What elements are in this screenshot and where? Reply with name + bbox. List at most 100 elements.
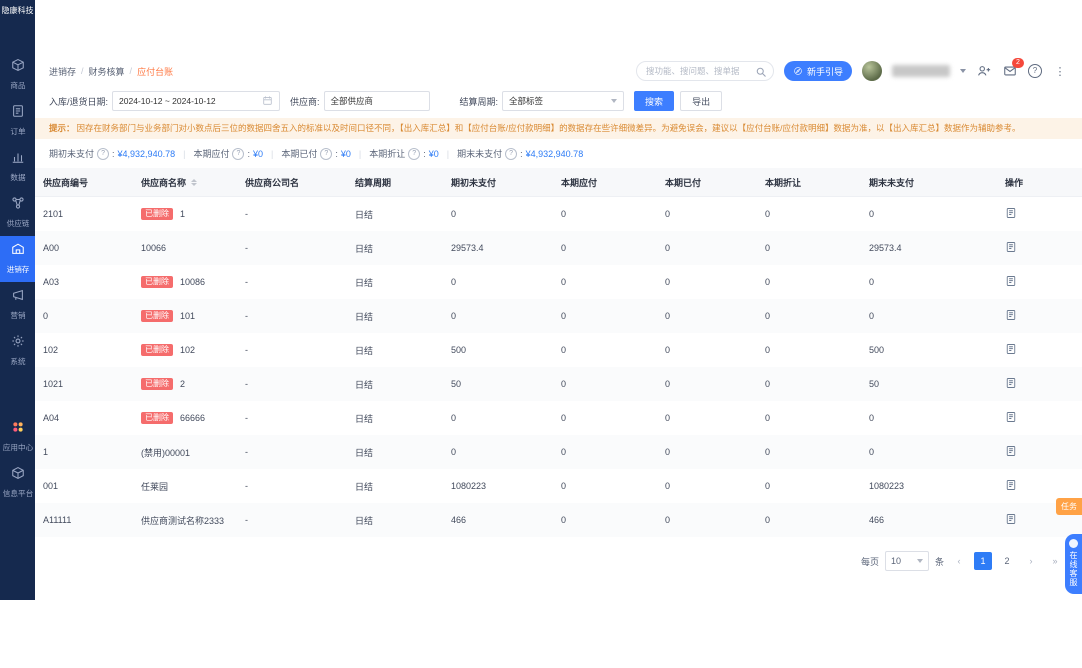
cell-discount: 0 — [765, 277, 771, 288]
detail-icon[interactable] — [1005, 479, 1017, 493]
breadcrumb-current: 应付台账 — [137, 66, 174, 77]
calendar-icon — [262, 95, 273, 108]
date-range-input[interactable]: 2024-10-12 ~ 2024-10-12 — [112, 91, 281, 111]
cell-name: 已删除 66666 — [133, 412, 237, 424]
summary-separator: | — [358, 148, 362, 159]
cell-paid: 0 — [665, 243, 671, 254]
last-page-button[interactable] — [1046, 552, 1064, 570]
more-icon[interactable] — [1052, 63, 1068, 79]
detail-icon[interactable] — [1005, 513, 1017, 527]
message-icon[interactable]: 2 — [1002, 58, 1024, 79]
cell-paid: 0 — [665, 277, 671, 288]
floating-service-tab[interactable]: 在线客服 — [1065, 534, 1082, 594]
sidebar-item-goods[interactable]: 商品 — [0, 52, 35, 98]
sidebar-item-info-platform[interactable]: 信息平台 — [0, 460, 35, 506]
global-search[interactable] — [635, 61, 774, 81]
detail-icon[interactable] — [1005, 309, 1017, 323]
table-row: A11111 供应商测试名称2333 - 日结 466 0 0 0 466 — [35, 503, 1082, 538]
next-page-button[interactable] — [1022, 552, 1040, 570]
search-button[interactable]: 搜索 — [634, 91, 675, 111]
cell-company: - — [245, 311, 248, 322]
contacts-icon[interactable] — [976, 63, 992, 79]
cycle-select[interactable]: 全部标签 — [502, 91, 625, 111]
info-icon[interactable] — [97, 147, 110, 160]
breadcrumb: 进销存 / 财务核算 / 应付台账 — [49, 65, 173, 78]
warehouse-icon — [11, 242, 25, 261]
detail-icon[interactable] — [1005, 275, 1017, 289]
global-search-input[interactable] — [645, 66, 751, 76]
sidebar-item-orders[interactable]: 订单 — [0, 98, 35, 144]
row-detail-button[interactable] — [997, 309, 1082, 323]
row-detail-button[interactable] — [997, 445, 1082, 459]
supplier-name-text: 101 — [180, 311, 196, 322]
sidebar-item-supply-chain[interactable]: 供应链 — [0, 190, 35, 236]
cell-no: A11111 — [43, 515, 72, 526]
sidebar-item-marketing[interactable]: 营销 — [0, 282, 35, 328]
chevron-down-icon[interactable] — [960, 69, 966, 73]
floating-task-tab[interactable]: 任务 — [1056, 498, 1082, 515]
cell-discount: 0 — [765, 243, 771, 254]
breadcrumb-level1[interactable]: 进销存 — [49, 65, 76, 78]
page-button-2[interactable]: 2 — [998, 552, 1016, 570]
breadcrumb-separator: / — [129, 66, 133, 76]
cell-ending: 0 — [869, 311, 875, 322]
info-icon[interactable] — [505, 147, 518, 160]
cell-cycle: 日结 — [355, 277, 374, 288]
cell-opening: 500 — [451, 345, 467, 356]
header-supplier-name[interactable]: 供应商名称 — [133, 176, 237, 189]
info-icon[interactable] — [408, 147, 421, 160]
export-button[interactable]: 导出 — [680, 91, 723, 111]
sort-icon[interactable] — [191, 178, 198, 186]
row-detail-button[interactable] — [997, 479, 1082, 493]
cell-cycle: 日结 — [355, 311, 374, 322]
breadcrumb-level2[interactable]: 财务核算 — [89, 65, 125, 78]
page-button-1[interactable]: 1 — [974, 552, 992, 571]
header-current-payable: 本期应付 — [561, 177, 598, 188]
info-icon[interactable] — [232, 147, 245, 160]
date-filter-label: 入库/退货日期: — [49, 96, 109, 107]
prev-page-button[interactable] — [950, 552, 968, 570]
supplier-name-text: 供应商测试名称2333 — [141, 515, 225, 526]
sidebar-item-app-center[interactable]: 应用中心 — [0, 414, 35, 460]
sidebar-item-inventory[interactable]: 进销存 — [0, 235, 35, 282]
topbar: 进销存 / 财务核算 / 应付台账 新手引导 — [35, 56, 1082, 86]
row-detail-button[interactable] — [997, 275, 1082, 289]
supplier-name-text: 66666 — [180, 413, 206, 424]
detail-icon[interactable] — [1005, 411, 1017, 425]
cell-name: 10066 — [133, 243, 237, 253]
table-row: A03 已删除 10086 - 日结 0 0 0 0 0 — [35, 265, 1082, 300]
app-logo: 隐康科技 — [1, 6, 34, 15]
sidebar-nav: 商品 订单 数据 供应链 进销存 营销 系统 应用中心 信息平台 — [0, 52, 35, 506]
per-page-select[interactable]: 10 — [884, 551, 929, 572]
sidebar-item-system[interactable]: 系统 — [0, 328, 35, 374]
supplier-input[interactable]: 全部供应商 — [323, 91, 430, 111]
row-detail-button[interactable] — [997, 241, 1082, 255]
topbar-tools: 新手引导 2 — [635, 58, 1068, 81]
cell-opening: 466 — [451, 515, 467, 526]
summary-item: 本期已付: ¥0 — [281, 147, 351, 160]
detail-icon[interactable] — [1005, 207, 1017, 221]
row-detail-button[interactable] — [997, 513, 1082, 527]
row-detail-button[interactable] — [997, 207, 1082, 221]
app-root: 隐康科技 商品 订单 数据 供应链 进销存 营销 系统 应用中心 信息平台 进销… — [0, 0, 1082, 668]
detail-icon[interactable] — [1005, 241, 1017, 255]
row-detail-button[interactable] — [997, 343, 1082, 357]
summary-item: 期末未支付: ¥4,932,940.78 — [457, 147, 583, 160]
search-icon[interactable] — [755, 65, 767, 77]
detail-icon[interactable] — [1005, 343, 1017, 357]
chart-icon — [11, 150, 25, 169]
guide-button[interactable]: 新手引导 — [783, 61, 852, 81]
cell-company: - — [245, 481, 248, 492]
cell-name: 已删除 101 — [133, 310, 237, 322]
avatar[interactable] — [862, 61, 882, 81]
info-icon[interactable] — [320, 147, 333, 160]
detail-icon[interactable] — [1005, 445, 1017, 459]
sidebar-item-data[interactable]: 数据 — [0, 144, 35, 190]
row-detail-button[interactable] — [997, 377, 1082, 391]
cell-company: - — [245, 413, 248, 424]
detail-icon[interactable] — [1005, 377, 1017, 391]
summary-item: 本期应付: ¥0 — [193, 147, 263, 160]
help-icon[interactable] — [1028, 64, 1042, 78]
row-detail-button[interactable] — [997, 411, 1082, 425]
